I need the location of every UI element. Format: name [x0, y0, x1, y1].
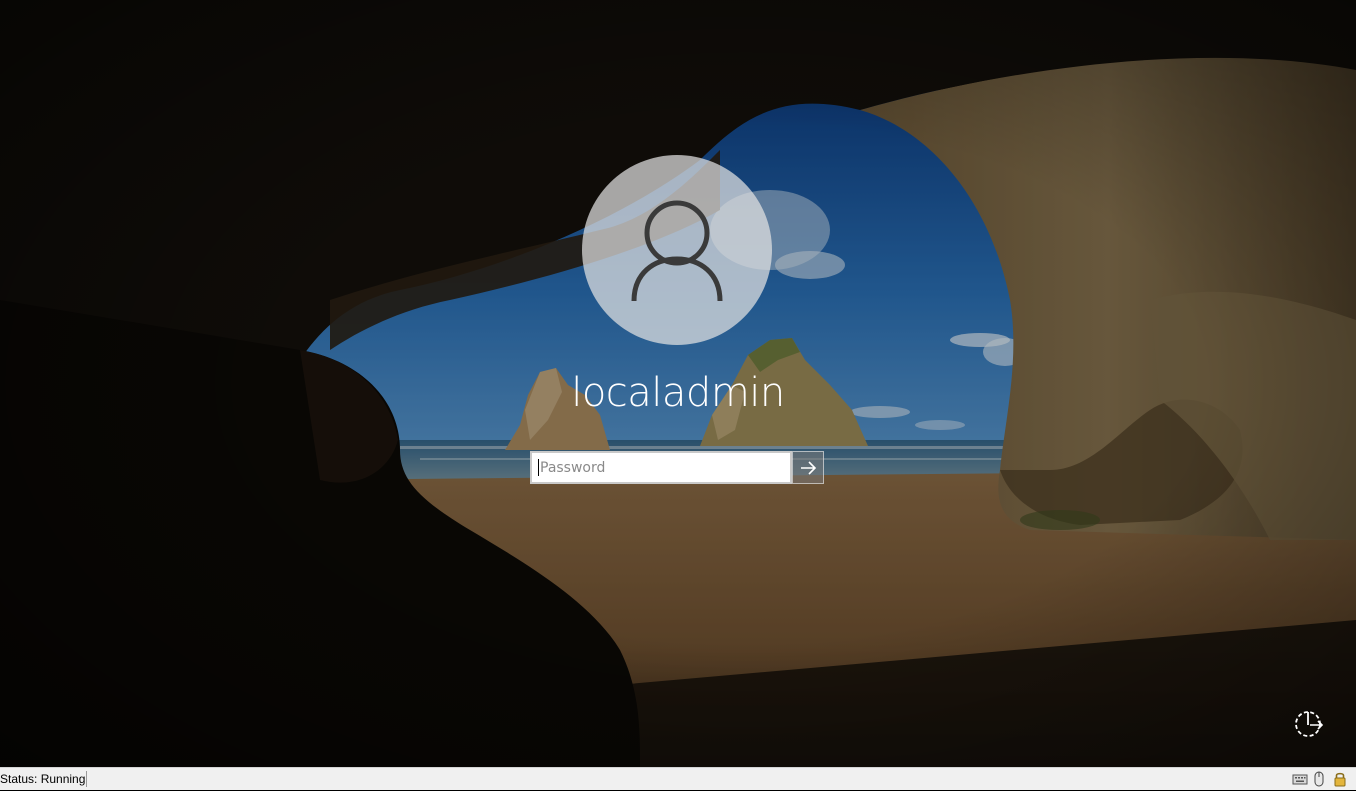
- lock-icon[interactable]: [1332, 771, 1348, 791]
- lock-screen: localadmin: [0, 0, 1356, 767]
- vm-status-text: Status: Running: [0, 772, 86, 786]
- submit-button[interactable]: [792, 451, 824, 484]
- status-icons: [1292, 771, 1350, 787]
- power-ease-of-access-icon: [1295, 711, 1324, 737]
- vm-status-bar: Status: Running: [0, 767, 1356, 790]
- mouse-icon[interactable]: [1312, 771, 1326, 791]
- user-avatar: [582, 155, 772, 345]
- text-caret: [538, 459, 539, 476]
- password-row: [530, 451, 824, 484]
- arrow-right-icon: [801, 461, 817, 475]
- user-silhouette-icon: [631, 200, 723, 302]
- status-divider: [86, 771, 87, 787]
- power-button[interactable]: [1291, 705, 1327, 741]
- password-field[interactable]: [530, 451, 792, 484]
- username-label: localadmin: [571, 370, 785, 416]
- keyboard-icon[interactable]: [1292, 771, 1308, 791]
